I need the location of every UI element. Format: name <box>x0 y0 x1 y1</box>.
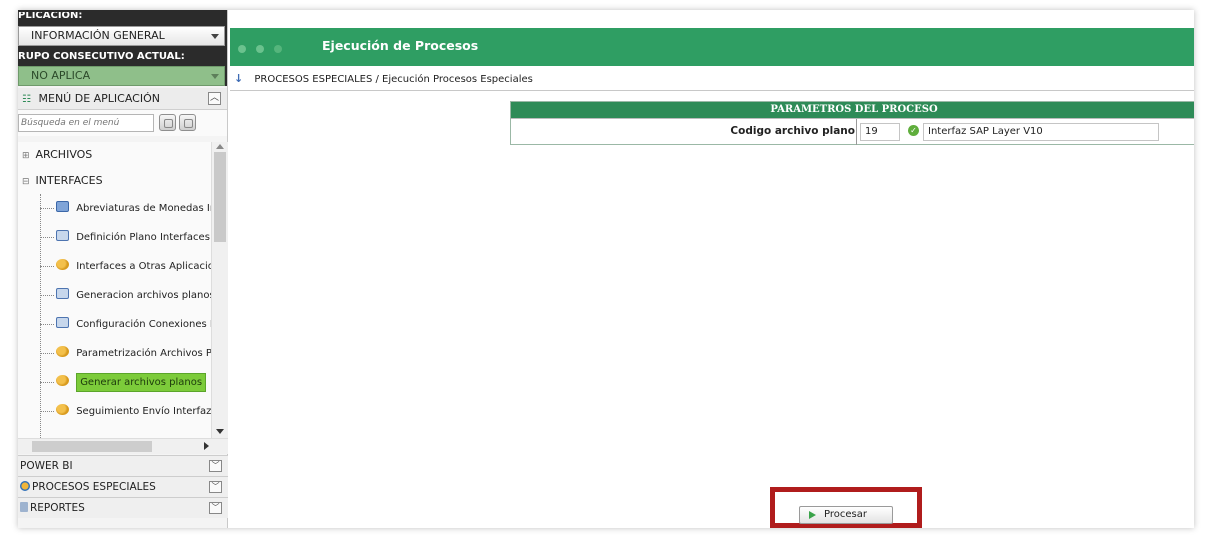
chevron-down-icon[interactable]: ﹀ <box>209 502 222 514</box>
gear-icon <box>56 404 69 415</box>
app-selector-panel: PLICACION: INFORMACIÓN GENERAL RUPO CONS… <box>18 10 227 86</box>
gear-icon <box>20 481 30 491</box>
process-button[interactable]: Procesar <box>799 506 893 524</box>
dot-icon <box>274 45 282 53</box>
menu-header: ☷ MENÚ DE APLICACIÓN ︿ <box>18 88 227 110</box>
params-row: Codigo archivo plano 19 ✓ Interfaz SAP L… <box>511 118 1194 145</box>
menu-search-row <box>18 110 227 136</box>
tree-folder-archivos[interactable]: ⊞ ARCHIVOS <box>18 142 211 168</box>
dot-icon <box>256 45 264 53</box>
tree-item[interactable]: Generacion archivos planos <box>18 281 211 310</box>
lookup-icon[interactable]: ✓ <box>908 125 919 136</box>
form-icon <box>56 288 69 299</box>
tree-item[interactable]: Definición Plano Interfaces <box>18 223 211 252</box>
params-heading: PARAMETROS DEL PROCESO <box>511 102 1194 118</box>
menu-tree-icon: ☷ <box>22 94 31 105</box>
page-title: Ejecución de Procesos <box>322 38 479 53</box>
menu-title: MENÚ DE APLICACIÓN <box>38 92 161 105</box>
application-select[interactable]: INFORMACIÓN GENERAL <box>18 26 225 46</box>
accordion-power-bi[interactable]: POWER BI ﹀ <box>18 455 228 476</box>
tree-item[interactable]: Parametrización Archivos Plan· <box>18 339 211 368</box>
params-panel: PARAMETROS DEL PROCESO Codigo archivo pl… <box>510 101 1194 145</box>
process-button-label: Procesar <box>824 509 867 520</box>
dot-icon <box>238 45 246 53</box>
tree-item[interactable]: Interfaces a Otras Aplicacione: <box>18 252 211 281</box>
breadcrumb-text: PROCESOS ESPECIALES / Ejecución Procesos… <box>254 74 533 85</box>
app-window: PLICACION: INFORMACIÓN GENERAL RUPO CONS… <box>18 10 1194 528</box>
scroll-down-icon[interactable] <box>216 429 224 434</box>
menu-vertical-scrollbar[interactable] <box>211 142 228 438</box>
play-icon <box>809 511 816 519</box>
chevron-down-icon[interactable]: ﹀ <box>209 481 222 493</box>
field-label: Codigo archivo plano <box>730 125 855 137</box>
tree-item[interactable]: Seguimiento Envío Interfaz <box>18 397 211 426</box>
menu-search-input[interactable] <box>18 114 154 132</box>
collapse-menu-button[interactable]: ︿ <box>208 92 221 105</box>
code-input[interactable]: 19 <box>860 123 900 141</box>
tree-folder-interfaces[interactable]: ⊟ INTERFACES <box>18 168 211 194</box>
expand-all-button[interactable] <box>179 114 196 131</box>
process-header: Ejecución de Procesos <box>230 28 1194 66</box>
form-icon <box>56 230 69 241</box>
description-field: Interfaz SAP Layer V10 <box>923 123 1159 141</box>
dropdown-arrow-icon <box>211 34 219 39</box>
application-label: PLICACION: <box>18 12 227 26</box>
tree-item[interactable]: Abreviaturas de Monedas Inte <box>18 194 211 223</box>
main-panel: Ejecución de Procesos ↓ PROCESOS ESPECIA… <box>228 10 1194 528</box>
application-select-value: INFORMACIÓN GENERAL <box>31 29 165 42</box>
tree-expander-icon: ⊟ <box>22 177 30 187</box>
scroll-thumb[interactable] <box>32 441 152 452</box>
chevron-down-icon[interactable]: ﹀ <box>209 460 222 472</box>
scroll-up-icon[interactable] <box>216 144 224 149</box>
collapse-all-button[interactable] <box>159 114 176 131</box>
scroll-right-icon[interactable] <box>204 442 209 450</box>
group-select-value: NO APLICA <box>31 69 91 82</box>
arrow-down-icon: ↓ <box>234 72 244 85</box>
group-select[interactable]: NO APLICA <box>18 66 225 86</box>
grid-icon <box>56 201 69 212</box>
divider <box>230 90 1194 91</box>
sidebar: PLICACION: INFORMACIÓN GENERAL RUPO CONS… <box>18 10 228 528</box>
breadcrumb: ↓ PROCESOS ESPECIALES / Ejecución Proces… <box>234 72 533 85</box>
accordion-procesos-especiales[interactable]: PROCESOS ESPECIALES ﹀ <box>18 476 228 497</box>
menu-tree: ⊞ ARCHIVOS ⊟ INTERFACES Abreviaturas de … <box>18 142 211 438</box>
report-icon <box>20 502 28 512</box>
menu-horizontal-scrollbar[interactable] <box>18 438 228 454</box>
scroll-thumb[interactable] <box>214 152 226 242</box>
tree-item-active[interactable]: Generar archivos planos <box>18 368 211 397</box>
accordion-reportes[interactable]: REPORTES ﹀ <box>18 497 228 518</box>
form-icon <box>56 317 69 328</box>
tree-item[interactable]: Configuración Conexiones Inte <box>18 310 211 339</box>
dropdown-arrow-icon <box>211 74 219 79</box>
gear-icon <box>56 346 69 357</box>
gear-icon <box>56 259 69 270</box>
window-dots <box>238 43 292 56</box>
group-label: RUPO CONSECUTIVO ACTUAL: <box>18 48 227 66</box>
gear-icon <box>56 375 69 386</box>
tree-expander-icon: ⊞ <box>22 151 30 161</box>
